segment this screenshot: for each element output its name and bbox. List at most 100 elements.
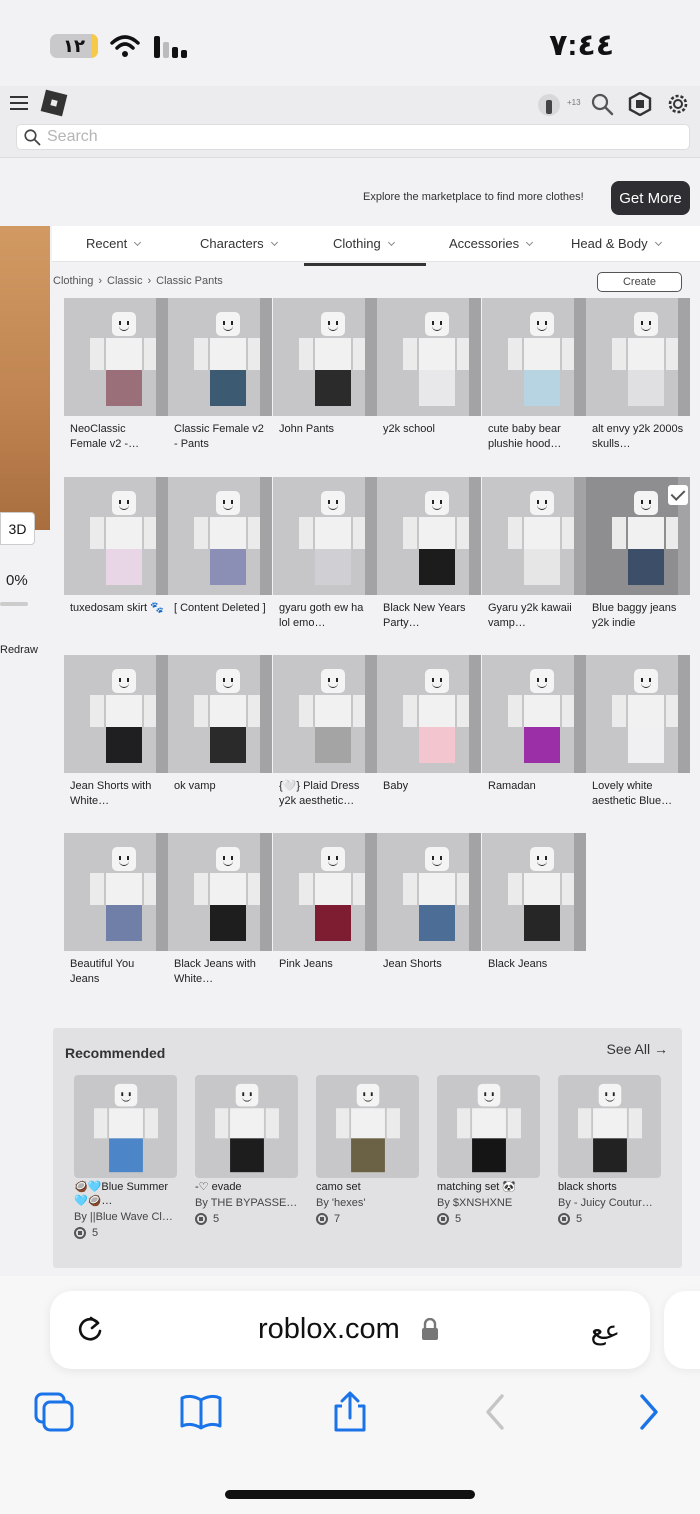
item-thumbnail[interactable] (482, 477, 586, 595)
item-card[interactable]: gyaru goth ew ha lol emo… (273, 477, 377, 631)
item-card[interactable]: Jean Shorts (377, 833, 481, 987)
item-card[interactable]: Classic Female v2 - Pants (168, 298, 272, 452)
share-icon[interactable] (328, 1390, 372, 1434)
item-thumbnail[interactable] (273, 477, 377, 595)
item-thumbnail[interactable] (273, 655, 377, 773)
item-card[interactable]: Black Jeans (482, 833, 586, 987)
recommended-card[interactable]: matching set 🐼 By $XNSHXNE 5 (437, 1075, 540, 1225)
recommended-creator[interactable]: By - Juicy Coutur… (558, 1197, 661, 1209)
recommended-name[interactable]: black shorts (558, 1180, 661, 1194)
back-icon[interactable] (474, 1390, 518, 1434)
thumbnail-divider (469, 833, 481, 951)
breadcrumb-clothing[interactable]: Clothing (53, 275, 93, 287)
tab-head-body[interactable]: Head & Body (571, 236, 662, 251)
item-card[interactable]: Ramadan (482, 655, 586, 809)
avatar-icon[interactable] (538, 94, 560, 116)
recommended-panel: Recommended See All → 🥥🩵Blue Summer🩵🥥… By… (53, 1028, 682, 1268)
item-thumbnail[interactable] (273, 833, 377, 951)
item-thumbnail[interactable] (377, 477, 481, 595)
item-thumbnail[interactable] (64, 477, 168, 595)
item-thumbnail[interactable] (377, 655, 481, 773)
next-tab-preview[interactable] (664, 1291, 700, 1369)
recommended-card[interactable]: -♡ evade By THE BYPASSE… 5 (195, 1075, 298, 1225)
recommended-card[interactable]: black shorts By - Juicy Coutur… 5 (558, 1075, 661, 1225)
tab-accessories[interactable]: Accessories (449, 236, 534, 251)
recommended-creator[interactable]: By ||Blue Wave Cl… (74, 1211, 177, 1223)
reload-icon[interactable] (76, 1315, 104, 1343)
forward-icon[interactable] (626, 1390, 670, 1434)
item-thumbnail[interactable] (168, 477, 272, 595)
item-card[interactable]: Jean Shorts with White… (64, 655, 168, 809)
tab-characters[interactable]: Characters (200, 236, 278, 251)
tabs-icon[interactable] (32, 1390, 76, 1434)
tab-recent[interactable]: Recent (86, 236, 142, 251)
search-icon[interactable] (590, 92, 614, 116)
item-thumbnail[interactable] (586, 298, 690, 416)
item-card[interactable]: Baby (377, 655, 481, 809)
address-bar[interactable]: roblox.com ﻋﻊ (50, 1291, 650, 1369)
recommended-card[interactable]: 🥥🩵Blue Summer🩵🥥… By ||Blue Wave Cl… 5 (74, 1075, 177, 1239)
item-thumbnail[interactable] (377, 298, 481, 416)
item-card[interactable]: Gyaru y2k kawaii vamp… (482, 477, 586, 631)
recommended-thumbnail[interactable] (195, 1075, 298, 1178)
item-thumbnail[interactable] (482, 833, 586, 951)
recommended-creator[interactable]: By $XNSHXNE (437, 1197, 540, 1209)
recommended-thumbnail[interactable] (437, 1075, 540, 1178)
item-card[interactable]: Black Jeans with White… (168, 833, 272, 987)
item-thumbnail[interactable] (586, 477, 690, 595)
robux-icon[interactable] (628, 92, 652, 116)
item-thumbnail[interactable] (64, 833, 168, 951)
zoom-slider[interactable] (0, 602, 28, 606)
get-more-button[interactable]: Get More (611, 181, 690, 215)
item-card[interactable]: Beautiful You Jeans (64, 833, 168, 987)
recommended-card[interactable]: camo set By 'hexes' 7 (316, 1075, 419, 1225)
item-card[interactable]: Blue baggy jeans y2k indie (586, 477, 690, 631)
recommended-name[interactable]: camo set (316, 1180, 419, 1194)
item-thumbnail[interactable] (482, 655, 586, 773)
recommended-thumbnail[interactable] (74, 1075, 177, 1178)
avatar-head (634, 491, 658, 515)
item-card[interactable]: NeoClassic Female v2 -… (64, 298, 168, 452)
search-input[interactable] (47, 128, 647, 146)
item-card[interactable]: {🤍} Plaid Dress y2k aesthetic… (273, 655, 377, 809)
recommended-creator[interactable]: By 'hexes' (316, 1197, 419, 1209)
gear-icon[interactable] (666, 92, 690, 116)
item-thumbnail[interactable] (586, 655, 690, 773)
recommended-price: 7 (316, 1213, 419, 1225)
item-card[interactable]: y2k school (377, 298, 481, 452)
item-thumbnail[interactable] (64, 298, 168, 416)
avatar-preview[interactable] (0, 226, 50, 530)
recommended-name[interactable]: -♡ evade (195, 1180, 298, 1194)
toggle-3d-button[interactable]: 3D (0, 512, 35, 545)
item-card[interactable]: John Pants (273, 298, 377, 452)
redraw-link[interactable]: Redraw (0, 644, 38, 656)
item-card[interactable]: Black New Years Party… (377, 477, 481, 631)
recommended-thumbnail[interactable] (558, 1075, 661, 1178)
bookmarks-icon[interactable] (179, 1390, 223, 1434)
item-thumbnail[interactable] (273, 298, 377, 416)
item-card[interactable]: tuxedosam skirt 🐾 (64, 477, 168, 631)
item-thumbnail[interactable] (168, 655, 272, 773)
tab-clothing[interactable]: Clothing (304, 236, 426, 266)
item-thumbnail[interactable] (168, 298, 272, 416)
item-card[interactable]: [ Content Deleted ] (168, 477, 272, 631)
recommended-name[interactable]: matching set 🐼 (437, 1180, 540, 1194)
item-card[interactable]: Pink Jeans (273, 833, 377, 987)
breadcrumb-classic[interactable]: Classic (107, 275, 142, 287)
recommended-creator[interactable]: By THE BYPASSE… (195, 1197, 298, 1209)
item-thumbnail[interactable] (64, 655, 168, 773)
item-thumbnail[interactable] (482, 298, 586, 416)
item-card[interactable]: ok vamp (168, 655, 272, 809)
item-thumbnail[interactable] (168, 833, 272, 951)
item-card[interactable]: Lovely white aesthetic Blue… (586, 655, 690, 809)
item-card[interactable]: cute baby bear plushie hood… (482, 298, 586, 452)
see-all-link[interactable]: See All → (607, 1041, 668, 1057)
roblox-logo-icon[interactable] (40, 89, 68, 117)
recommended-thumbnail[interactable] (316, 1075, 419, 1178)
item-card[interactable]: alt envy y2k 2000s skulls… (586, 298, 690, 452)
recommended-name[interactable]: 🥥🩵Blue Summer🩵🥥… (74, 1180, 177, 1208)
menu-icon[interactable] (10, 96, 28, 110)
create-button[interactable]: Create (597, 272, 682, 292)
text-size-button[interactable]: ﻋﻊ (591, 1315, 620, 1346)
item-thumbnail[interactable] (377, 833, 481, 951)
